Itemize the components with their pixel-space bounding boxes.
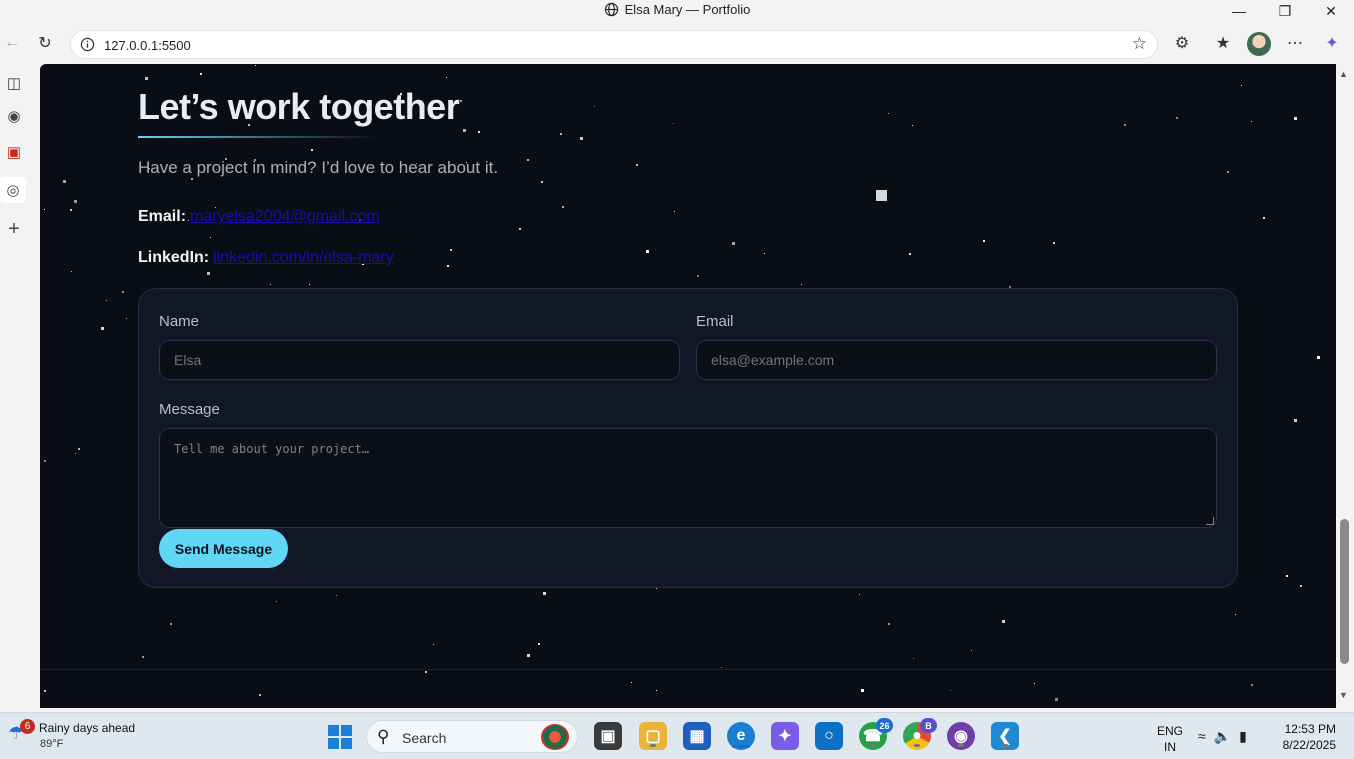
file-explorer-icon[interactable]: ▢ [639, 722, 667, 750]
scroll-up-arrow-icon[interactable]: ▲ [1339, 69, 1348, 79]
email-field[interactable]: elsa@example.com [696, 340, 1217, 380]
footer-divider [40, 669, 1336, 670]
scrollbar-thumb[interactable] [1340, 519, 1349, 664]
favorites-icon[interactable]: ★ [1211, 31, 1235, 55]
page-subtitle: Have a project in mind? I’d love to hear… [138, 158, 499, 177]
message-textarea[interactable]: Tell me about your project… [159, 428, 1217, 528]
cortana-icon[interactable]: ○ [815, 722, 843, 750]
chrome-icon[interactable]: ● B [903, 718, 937, 750]
message-label: Message [159, 401, 220, 418]
search-highlight-icon [541, 724, 569, 750]
email-field-label: Email [696, 313, 734, 330]
back-button[interactable]: ← [0, 31, 24, 55]
favorite-star-icon[interactable]: ☆ [1132, 34, 1147, 54]
github-desktop-icon[interactable]: ◉ [947, 722, 975, 750]
info-icon[interactable] [80, 37, 95, 52]
weather-badge: 6 [20, 719, 35, 734]
vscode-icon[interactable]: ❮ [991, 722, 1019, 750]
copilot-app-icon[interactable]: ✦ [771, 722, 799, 750]
weather-temp: 89°F [40, 738, 64, 750]
send-message-button[interactable]: Send Message [159, 529, 288, 568]
restore-button[interactable]: ❐ [1262, 0, 1308, 22]
extensions-icon[interactable]: ⚙ [1170, 31, 1194, 55]
volume-muted-icon[interactable]: 🔈 [1214, 728, 1231, 745]
browser-toolbar: ← ↻ 127.0.0.1:5500 ☆ ⚙ ★ ⋯ ✦ [0, 22, 1354, 64]
clock-time: 12:53 PM [1284, 722, 1336, 736]
weather-text: Rainy days ahead [39, 721, 136, 735]
email-label: Email: [138, 208, 187, 225]
window-title: Elsa Mary — Portfolio [0, 2, 1354, 17]
contact-form: Name Elsa Email elsa@example.com Message… [138, 288, 1238, 588]
language-indicator[interactable]: ENG IN [1157, 723, 1183, 755]
page-title: Let’s work together [138, 86, 460, 127]
edge-icon[interactable]: e [727, 722, 755, 750]
email-link[interactable]: maryelsa2004@gmail.com [190, 208, 380, 225]
profile-avatar[interactable] [1247, 32, 1271, 56]
message-placeholder: Tell me about your project… [174, 442, 370, 456]
clock-date: 8/22/2025 [1282, 738, 1336, 752]
search-placeholder: Search [402, 730, 447, 746]
close-button[interactable]: ✕ [1308, 0, 1354, 22]
copilot-icon[interactable]: ✦ [1320, 31, 1344, 55]
page-scrollbar[interactable]: ▲ ▼ [1336, 64, 1354, 708]
name-label: Name [159, 313, 200, 330]
whatsapp-count-badge: 26 [876, 718, 893, 733]
search-icon: ⚲ [377, 727, 390, 746]
wifi-icon[interactable]: ≈ [1198, 728, 1206, 745]
chrome-profile-badge: B [920, 718, 937, 733]
store-icon[interactable]: ▦ [683, 722, 711, 750]
globe-tab-icon[interactable]: ◎ [0, 177, 26, 203]
battery-icon[interactable]: ▮ [1239, 728, 1247, 745]
window-titlebar: Elsa Mary — Portfolio — ❐ ✕ [0, 0, 1354, 22]
start-button[interactable] [328, 725, 352, 749]
task-view-icon[interactable]: ▣ [594, 722, 622, 750]
browser-sidebar: ◫ ◉ ▣ ◎ + [0, 64, 40, 712]
scroll-down-arrow-icon[interactable]: ▼ [1339, 690, 1348, 700]
name-field[interactable]: Elsa [159, 340, 680, 380]
minimize-button[interactable]: — [1216, 0, 1262, 22]
address-bar[interactable]: 127.0.0.1:5500 ☆ [70, 30, 1158, 59]
linkedin-link[interactable]: linkedin.com/in/elsa-mary [213, 249, 394, 266]
reload-button[interactable]: ↻ [33, 31, 57, 55]
pdf-icon[interactable]: ▣ [3, 141, 25, 163]
whatsapp-icon[interactable]: ☎ 26 [859, 718, 893, 750]
email-contact: Email: maryelsa2004@gmail.com [138, 208, 380, 226]
taskbar: ☂ 6 Rainy days ahead 89°F ⚲ Search ▣ ▢ ▦… [0, 712, 1354, 759]
taskbar-search[interactable]: ⚲ Search [366, 720, 578, 753]
more-menu-icon[interactable]: ⋯ [1283, 31, 1307, 55]
add-icon[interactable]: + [3, 218, 25, 240]
globe-icon [604, 2, 618, 17]
title-underline [138, 136, 378, 138]
resize-handle[interactable] [1206, 517, 1214, 525]
page-viewport: Let’s work together Have a project in mi… [40, 64, 1336, 708]
linkedin-label: LinkedIn: [138, 249, 210, 266]
system-clock[interactable]: 12:53 PM 8/22/2025 [1278, 721, 1336, 753]
url-text[interactable]: 127.0.0.1:5500 [104, 38, 191, 53]
tabs-icon[interactable]: ◫ [3, 72, 25, 94]
github-icon[interactable]: ◉ [3, 105, 25, 127]
linkedin-contact: LinkedIn: linkedin.com/in/elsa-mary [138, 249, 394, 267]
